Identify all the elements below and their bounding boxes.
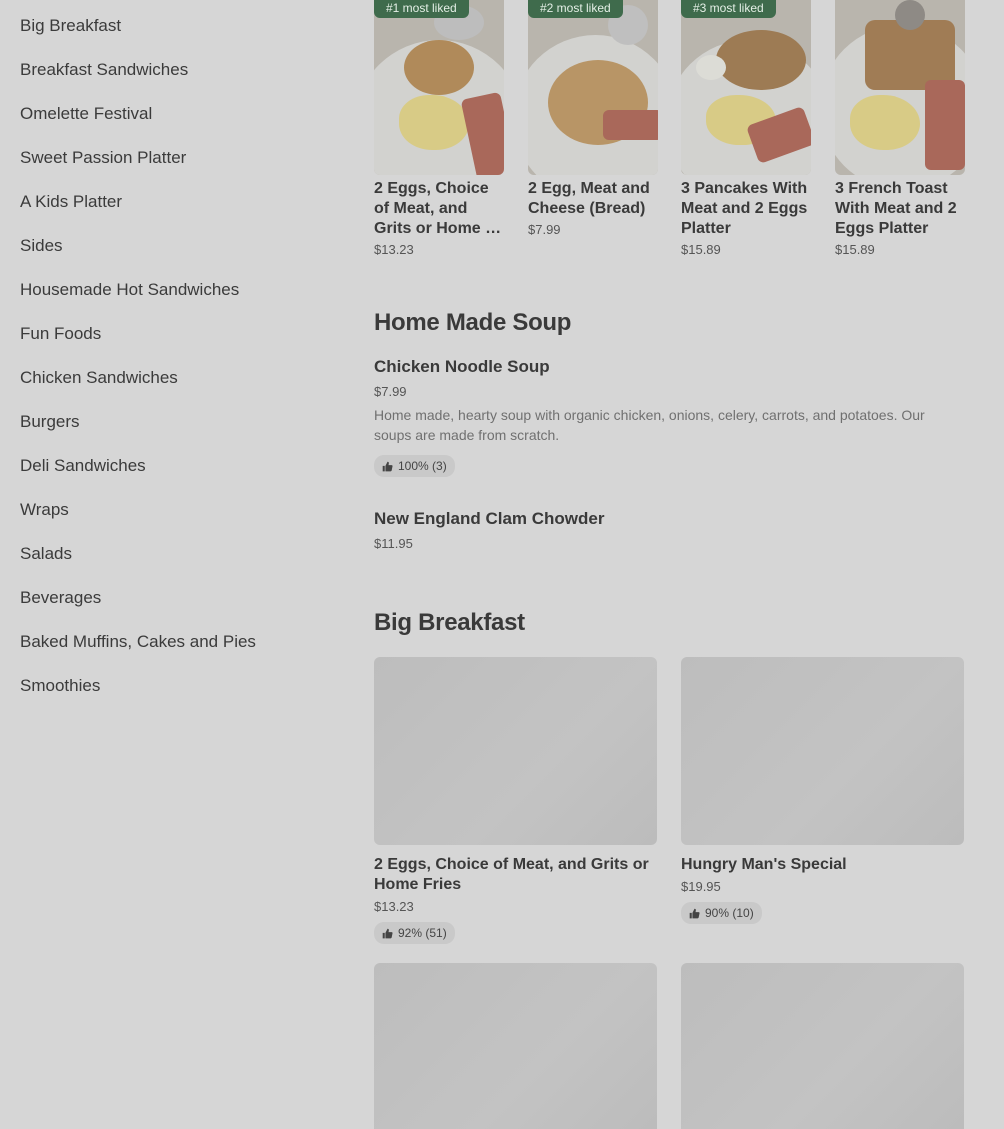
sidebar-item-salads[interactable]: Salads [20, 528, 340, 572]
thumbs-up-icon [689, 908, 700, 918]
sidebar-item-burgers[interactable]: Burgers [20, 396, 340, 440]
rating-text: 100% (3) [398, 459, 447, 473]
food-image: #1 most liked [374, 0, 504, 175]
item-image-placeholder [374, 963, 657, 1129]
menu-item-chicken-noodle-soup[interactable]: Chicken Noodle Soup $7.99 Home made, hea… [374, 356, 964, 477]
rating-badge: 92% (51) [374, 922, 455, 944]
item-description: Home made, hearty soup with organic chic… [374, 407, 925, 443]
item-price: $11.95 [374, 536, 413, 551]
most-liked-badge: #1 most liked [374, 0, 469, 18]
item-price: $13.23 [374, 899, 414, 914]
sidebar-item-big-breakfast[interactable]: Big Breakfast [20, 0, 340, 44]
item-name: 2 Eggs, Choice of Meat, and Grits or Hom… [374, 180, 502, 237]
most-liked-card[interactable]: #2 most liked 2 Egg, Meat and Cheese (Br… [528, 0, 658, 237]
sidebar-item-deli-sandwiches[interactable]: Deli Sandwiches [20, 440, 340, 484]
item-image-placeholder [681, 657, 964, 845]
item-price: $7.99 [528, 222, 561, 237]
menu-item-card[interactable]: 2 Eggs, Choice of Meat, and Grits or Hom… [374, 657, 657, 944]
menu-item-card[interactable] [681, 963, 964, 1129]
sidebar-item-fun-foods[interactable]: Fun Foods [20, 308, 340, 352]
item-name: 2 Eggs, Choice of Meat, and Grits or Hom… [374, 856, 649, 893]
rating-badge: 100% (3) [374, 455, 455, 477]
item-name: 3 French Toast With Meat and 2 Eggs Plat… [835, 180, 957, 237]
rating-badge: 90% (10) [681, 902, 762, 924]
item-name: 3 Pancakes With Meat and 2 Eggs Platter [681, 180, 808, 237]
item-price: $7.99 [374, 384, 407, 399]
sidebar-item-baked-muffins[interactable]: Baked Muffins, Cakes and Pies [20, 616, 340, 660]
menu-item-card[interactable]: Hungry Man's Special $19.95 90% (10) [681, 657, 964, 924]
item-image-placeholder [681, 963, 964, 1129]
sidebar-item-sides[interactable]: Sides [20, 220, 340, 264]
item-price: $15.89 [681, 242, 721, 257]
menu-item-clam-chowder[interactable]: New England Clam Chowder $11.95 [374, 508, 964, 551]
most-liked-badge: #3 most liked [681, 0, 776, 18]
category-sidebar: Big Breakfast Breakfast Sandwiches Omele… [20, 0, 340, 704]
rating-text: 90% (10) [705, 906, 754, 920]
food-image: #3 most liked [681, 0, 811, 175]
most-liked-carousel: #1 most liked 2 Eggs, Choice of Meat, an… [374, 0, 994, 260]
section-title-big-breakfast: Big Breakfast [374, 609, 525, 636]
sidebar-item-chicken-sandwiches[interactable]: Chicken Sandwiches [20, 352, 340, 396]
item-price: $19.95 [681, 879, 721, 894]
sidebar-item-breakfast-sandwiches[interactable]: Breakfast Sandwiches [20, 44, 340, 88]
thumbs-up-icon [382, 461, 393, 471]
thumbs-up-icon [382, 928, 393, 938]
most-liked-card[interactable]: #1 most liked 2 Eggs, Choice of Meat, an… [374, 0, 504, 257]
item-image-placeholder [374, 657, 657, 845]
food-image: #2 most liked [528, 0, 658, 175]
menu-item-card[interactable] [374, 963, 657, 1129]
sidebar-item-beverages[interactable]: Beverages [20, 572, 340, 616]
item-price: $13.23 [374, 242, 414, 257]
sidebar-item-omelette-festival[interactable]: Omelette Festival [20, 88, 340, 132]
item-name: Chicken Noodle Soup [374, 357, 550, 376]
sidebar-item-housemade-hot-sandwiches[interactable]: Housemade Hot Sandwiches [20, 264, 340, 308]
most-liked-card[interactable]: 3 French Toast With Meat and 2 Eggs Plat… [835, 0, 965, 257]
sidebar-item-kids-platter[interactable]: A Kids Platter [20, 176, 340, 220]
item-name: New England Clam Chowder [374, 509, 605, 528]
food-image [835, 0, 965, 175]
item-name: Hungry Man's Special [681, 856, 847, 873]
section-title-soup: Home Made Soup [374, 309, 572, 336]
rating-text: 92% (51) [398, 926, 447, 940]
most-liked-card[interactable]: #3 most liked 3 Pancakes With Meat and 2… [681, 0, 811, 257]
item-name: 2 Egg, Meat and Cheese (Bread) [528, 180, 650, 217]
most-liked-badge: #2 most liked [528, 0, 623, 18]
sidebar-item-wraps[interactable]: Wraps [20, 484, 340, 528]
sidebar-item-smoothies[interactable]: Smoothies [20, 660, 340, 704]
sidebar-item-sweet-passion-platter[interactable]: Sweet Passion Platter [20, 132, 340, 176]
item-price: $15.89 [835, 242, 875, 257]
